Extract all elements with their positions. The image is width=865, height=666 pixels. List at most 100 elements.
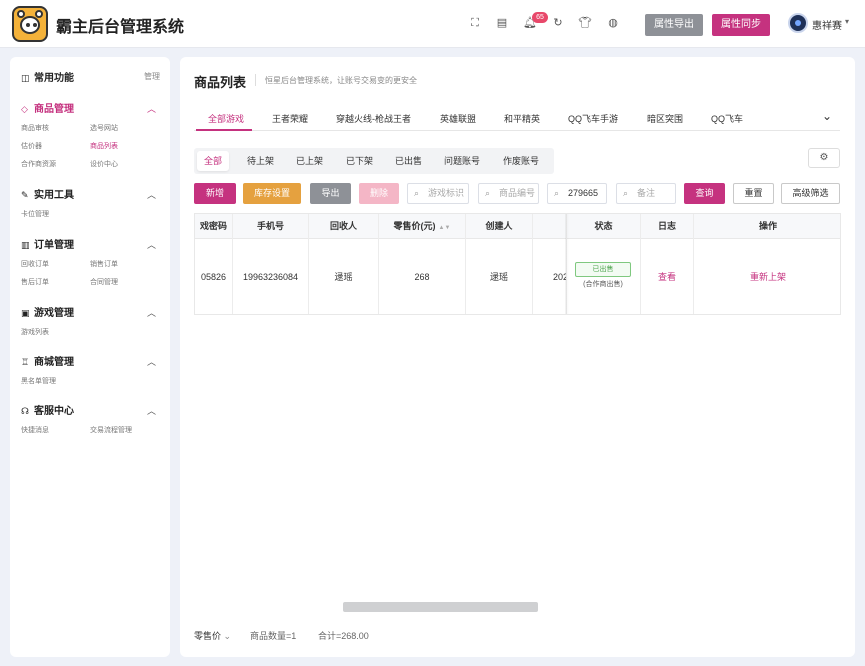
title-divider [255,74,256,86]
chevron-up-icon[interactable]: ︿ [147,306,156,319]
relist-link[interactable]: 重新上架 [694,239,840,314]
sidebar-item-partner-resources[interactable]: 合作商资源 [21,159,56,169]
cell-phone: 19963236084 [233,239,309,314]
table-header: 戏密码 手机号 回收人 零售价(元) ▲▼ 创建人 状态 日志 操作 [195,214,840,239]
product-code-input[interactable]: ⌕ 商品编号 [478,183,539,204]
keyword-input[interactable]: ⌕ 279665 [547,183,607,204]
sort-icon[interactable]: ▲▼ [439,225,451,231]
sidebar-item-trade-flow[interactable]: 交易流程管理 [90,425,132,435]
search-icon: ⌕ [554,188,560,198]
sidebar-item-contracts[interactable]: 合同管理 [90,277,118,287]
fullscreen-icon[interactable]: ⛶ [468,16,482,30]
chevron-up-icon[interactable]: ︿ [147,355,156,368]
sidebar-item-appraiser[interactable]: 估价器 [21,141,42,151]
sidebar-common-functions[interactable]: ◫ 常用功能 [21,69,74,84]
tab-peace-elite[interactable]: 和平精英 [504,112,540,125]
attribute-export-button[interactable]: 属性导出 [645,14,703,36]
status-tab-all[interactable]: 全部 [197,151,230,171]
fixed-column-shadow [565,214,569,314]
app-title: 霸主后台管理系统 [56,19,185,36]
status-tab-delisted[interactable]: 已下架 [339,151,380,171]
remark-input[interactable]: ⌕ 备注 [616,183,676,204]
chevron-up-icon[interactable]: ︿ [147,102,156,115]
retail-price-summary-toggle[interactable]: 零售价 ⌄ [194,629,231,642]
attribute-sync-button[interactable]: 属性同步 [712,14,770,36]
query-button[interactable]: 查询 [684,183,725,204]
chevron-down-icon[interactable]: ▾ [845,17,849,26]
advanced-filter-button[interactable]: 高级筛选 [781,183,840,204]
sidebar-item-game-list[interactable]: 游戏列表 [21,327,49,337]
game-search-input[interactable]: ⌕ 游戏标识 [407,183,469,204]
tab-all-games[interactable]: 全部游戏 [208,112,244,125]
chevron-down-icon[interactable]: ⌄ [822,109,832,123]
sidebar-manage-link[interactable]: 管理 [144,71,160,82]
sidebar-item-blacklist[interactable]: 黑名单管理 [21,376,56,386]
stock-settings-button[interactable]: 库存设置 [243,183,301,204]
page-subtitle: 恒星后台管理系统，让账号交易变的更安全 [265,76,417,85]
sidebar-item-recycle-orders[interactable]: 回收订单 [21,259,49,269]
list-icon: ▣ [21,308,30,318]
refresh-icon[interactable]: ↻ [551,16,565,30]
shirt-icon[interactable]: 👕︎ [578,16,592,30]
sidebar-section-support[interactable]: ☊ 客服中心 [21,402,74,417]
status-tabs: 全部 待上架 已上架 已下架 已出售 问题账号 作废账号 [194,148,554,174]
column-header-recycler: 回收人 [309,214,379,239]
tab-crossfire[interactable]: 穿越火线-枪战王者 [336,112,411,125]
sidebar-item-product-list[interactable]: 商品列表 [90,141,118,151]
game-tabs: 全部游戏 王者荣耀 穿越火线-枪战王者 英雄联盟 和平精英 QQ飞车手游 暗区突… [194,105,840,131]
wrench-icon: ✎ [21,190,29,200]
export-button[interactable]: 导出 [310,183,351,204]
product-table: 戏密码 手机号 回收人 零售价(元) ▲▼ 创建人 状态 日志 操作 05826 … [194,213,841,315]
view-log-link[interactable]: 查看 [641,239,694,314]
username[interactable]: 惠祥赛 [812,17,842,32]
delete-button[interactable]: 删除 [359,183,399,204]
top-header: 霸主后台管理系统 ⛶ ▤ 🔔︎ 65 ↻ 👕︎ ◍ 属性导出 属性同步 惠祥赛 … [0,0,865,48]
sidebar-section-orders[interactable]: ▥ 订单管理 [21,236,74,251]
chevron-up-icon[interactable]: ︿ [147,238,156,251]
sidebar-item-sales-orders[interactable]: 销售订单 [90,259,118,269]
chevron-up-icon[interactable]: ︿ [147,404,156,417]
page-title: 商品列表 [194,75,247,90]
column-header-actions: 操作 [758,221,777,231]
status-tab-sold[interactable]: 已出售 [388,151,429,171]
notification-badge: 65 [532,12,548,23]
cell-recycler: 逯瑶 [309,239,379,314]
cell-price: 268 [379,239,466,314]
horizontal-scrollbar[interactable] [343,602,538,612]
column-header-phone: 手机号 [233,214,309,239]
sidebar-section-games[interactable]: ▣ 游戏管理 [21,304,74,319]
add-button[interactable]: 新增 [194,183,236,204]
sidebar-section-tools[interactable]: ✎ 实用工具 [21,186,74,201]
sidebar: ◫ 常用功能 管理 ◇ 商品管理 ︿ 商品审核 选号网站 估价器 商品列表 合作商资… [10,57,170,657]
sidebar-section-mall[interactable]: ♖ 商城管理 [21,353,74,368]
reset-button[interactable]: 重置 [733,183,774,204]
sidebar-section-products[interactable]: ◇ 商品管理 [21,100,74,115]
palette-icon[interactable]: ◍ [606,16,620,30]
cell-password: 05826 [195,239,233,314]
column-settings-button[interactable]: ⚙ [808,148,840,168]
chevron-up-icon[interactable]: ︿ [147,188,156,201]
barcode-icon: ▥ [21,240,30,250]
sidebar-item-pricing-center[interactable]: 设价中心 [90,159,118,169]
avatar[interactable] [788,13,808,33]
document-icon[interactable]: ▤ [495,16,509,30]
sidebar-item-number-site[interactable]: 选号网站 [90,123,118,133]
sidebar-item-quick-messages[interactable]: 快捷消息 [21,425,49,435]
book-icon: ◫ [21,73,30,83]
status-tab-void[interactable]: 作废账号 [496,151,546,171]
sidebar-item-slot-management[interactable]: 卡位管理 [21,209,49,219]
status-tab-listed[interactable]: 已上架 [289,151,330,171]
column-header-status: 状态 [567,214,641,239]
status-tab-pending[interactable]: 待上架 [240,151,281,171]
sidebar-item-product-review[interactable]: 商品审核 [21,123,49,133]
app-logo[interactable] [12,6,48,42]
status-tab-problem[interactable]: 问题账号 [437,151,487,171]
tab-arena-breakout[interactable]: 暗区突围 [647,112,683,125]
tab-honor-of-kings[interactable]: 王者荣耀 [272,112,308,125]
tab-qq-speed-mobile[interactable]: QQ飞车手游 [568,112,618,125]
sidebar-item-aftersale-orders[interactable]: 售后订单 [21,277,49,287]
tab-league-of-legends[interactable]: 英雄联盟 [440,112,476,125]
search-icon: ⌕ [485,188,491,198]
column-header-price[interactable]: 零售价(元) ▲▼ [379,214,466,239]
tab-qq-speed[interactable]: QQ飞车 [711,112,743,125]
